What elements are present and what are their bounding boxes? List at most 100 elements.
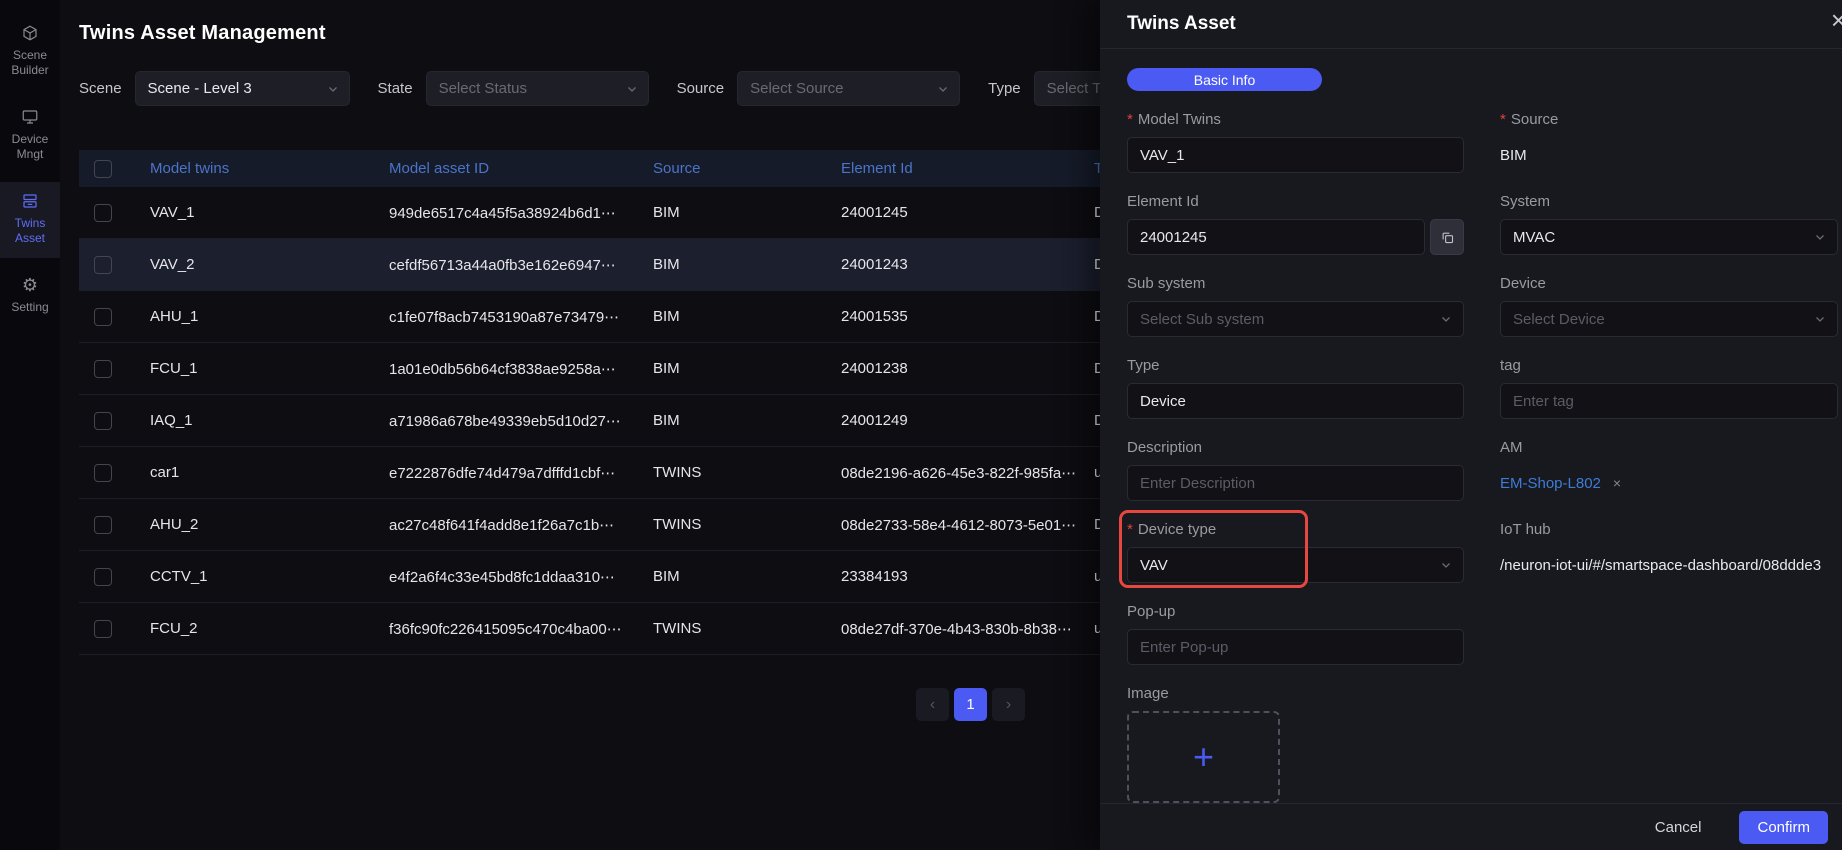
pagination-page-1[interactable]: 1 xyxy=(954,688,987,721)
row-checkbox[interactable] xyxy=(94,568,112,586)
device-type-select[interactable]: VAV xyxy=(1127,547,1464,583)
element-id-input[interactable] xyxy=(1127,219,1425,255)
cell-element-id: 08de27df-370e-4b43-830b-8b38⋯ xyxy=(841,620,1094,638)
cell-model-asset-id: c1fe07f8acb7453190a87e73479⋯ xyxy=(389,308,653,326)
scene-builder-icon xyxy=(21,24,39,42)
remove-icon[interactable]: × xyxy=(1613,475,1621,491)
row-checkbox[interactable] xyxy=(94,412,112,430)
field-image: Image + xyxy=(1127,685,1464,803)
column-source: Source xyxy=(653,160,841,177)
copy-icon xyxy=(1440,230,1455,245)
cell-model-twins: FCU_1 xyxy=(150,360,389,377)
cell-element-id: 24001249 xyxy=(841,412,1094,429)
sidebar-item-scene-builder[interactable]: Scene Builder xyxy=(0,14,60,90)
row-checkbox-cell xyxy=(79,411,150,429)
cell-model-twins: car1 xyxy=(150,464,389,481)
cell-source: BIM xyxy=(653,308,841,325)
popup-label: Pop-up xyxy=(1127,603,1175,620)
required-asterisk: * xyxy=(1500,111,1506,128)
cell-element-id: 23384193 xyxy=(841,568,1094,585)
sub-system-select[interactable]: Select Sub system xyxy=(1127,301,1464,337)
row-checkbox[interactable] xyxy=(94,464,112,482)
row-checkbox-cell xyxy=(79,463,150,481)
tag-input[interactable] xyxy=(1500,383,1838,419)
cell-source: TWINS xyxy=(653,464,841,481)
cell-model-asset-id: f36fc90fc226415095c470c4ba00⋯ xyxy=(389,620,653,638)
source-value: BIM xyxy=(1500,137,1838,173)
tag-label: tag xyxy=(1500,357,1521,374)
sidebar-item-label: Device Mngt xyxy=(2,132,58,162)
cell-model-twins: CCTV_1 xyxy=(150,568,389,585)
row-checkbox[interactable] xyxy=(94,620,112,638)
cell-source: BIM xyxy=(653,360,841,377)
drawer-footer: Cancel Confirm xyxy=(1100,803,1842,850)
source-filter-select[interactable]: Select Source xyxy=(737,71,960,106)
row-checkbox[interactable] xyxy=(94,256,112,274)
device-select[interactable]: Select Device xyxy=(1500,301,1838,337)
field-popup: Pop-up xyxy=(1127,603,1464,665)
row-checkbox[interactable] xyxy=(94,204,112,222)
plus-icon: + xyxy=(1193,739,1214,775)
cell-model-asset-id: ac27c48f641f4add8e1f26a7c1b⋯ xyxy=(389,516,653,534)
cancel-button[interactable]: Cancel xyxy=(1655,819,1702,836)
chevron-down-icon xyxy=(327,83,339,95)
close-icon[interactable]: × xyxy=(1831,7,1842,33)
confirm-button[interactable]: Confirm xyxy=(1739,811,1828,844)
cell-element-id: 08de2733-58e4-4612-8073-5e01⋯ xyxy=(841,516,1094,534)
setting-icon: ⚙ xyxy=(22,276,38,294)
scene-filter-select[interactable]: Scene - Level 3 xyxy=(135,71,350,106)
system-select[interactable]: MVAC xyxy=(1500,219,1838,255)
twins-asset-drawer: Twins Asset × Basic Info *Model Twins El… xyxy=(1100,0,1842,850)
field-source: *Source BIM xyxy=(1500,111,1838,173)
select-all-checkbox[interactable] xyxy=(94,160,112,178)
popup-input[interactable] xyxy=(1127,629,1464,665)
row-checkbox-cell xyxy=(79,255,150,273)
column-model-twins: Model twins xyxy=(150,160,389,177)
copy-button[interactable] xyxy=(1430,219,1464,255)
cell-element-id: 24001238 xyxy=(841,360,1094,377)
drawer-body: Basic Info *Model Twins Element Id xyxy=(1100,49,1842,823)
row-checkbox[interactable] xyxy=(94,360,112,378)
row-checkbox-cell xyxy=(79,515,150,533)
image-upload-button[interactable]: + xyxy=(1127,711,1280,803)
type-input[interactable] xyxy=(1127,383,1464,419)
cell-model-twins: FCU_2 xyxy=(150,620,389,637)
chevron-down-icon xyxy=(1440,559,1452,571)
model-twins-input[interactable] xyxy=(1127,137,1464,173)
row-checkbox[interactable] xyxy=(94,308,112,326)
twins-asset-icon xyxy=(21,192,39,210)
field-description: Description xyxy=(1127,439,1464,501)
pagination-prev-button[interactable]: ‹ xyxy=(916,688,949,721)
tab-basic-info[interactable]: Basic Info xyxy=(1127,68,1322,91)
iot-hub-value: /neuron-iot-ui/#/smartspace-dashboard/08… xyxy=(1500,547,1838,583)
sidebar-item-device-mngt[interactable]: Device Mngt xyxy=(0,98,60,174)
cell-source: BIM xyxy=(653,204,841,221)
cell-element-id: 24001243 xyxy=(841,256,1094,273)
system-label: System xyxy=(1500,193,1550,210)
cell-element-id: 24001535 xyxy=(841,308,1094,325)
chevron-down-icon xyxy=(1440,313,1452,325)
device-type-value: VAV xyxy=(1140,557,1168,574)
state-filter-select[interactable]: Select Status xyxy=(426,71,649,106)
description-input[interactable] xyxy=(1127,465,1464,501)
source-filter-placeholder: Select Source xyxy=(750,80,843,97)
row-checkbox-cell xyxy=(79,307,150,325)
device-placeholder: Select Device xyxy=(1513,311,1605,328)
cell-model-asset-id: a71986a678be49339eb5d10d27⋯ xyxy=(389,412,653,430)
pagination-next-button[interactable]: › xyxy=(992,688,1025,721)
sidebar-item-label: Scene Builder xyxy=(2,48,58,78)
sidebar-item-twins-asset[interactable]: Twins Asset xyxy=(0,182,60,258)
iot-hub-label: IoT hub xyxy=(1500,521,1551,538)
cell-source: BIM xyxy=(653,568,841,585)
field-element-id: Element Id xyxy=(1127,193,1464,255)
source-filter: Source Select Source xyxy=(677,71,961,106)
cell-model-asset-id: 1a01e0db56b64cf3838ae9258a⋯ xyxy=(389,360,653,378)
sub-system-label: Sub system xyxy=(1127,275,1205,292)
am-link[interactable]: EM-Shop-L802 xyxy=(1500,475,1601,492)
row-checkbox[interactable] xyxy=(94,516,112,534)
sidebar-item-setting[interactable]: ⚙ Setting xyxy=(0,266,60,327)
device-mngt-icon xyxy=(21,108,39,126)
device-label: Device xyxy=(1500,275,1546,292)
cell-model-twins: AHU_2 xyxy=(150,516,389,533)
drawer-title: Twins Asset xyxy=(1127,13,1236,35)
